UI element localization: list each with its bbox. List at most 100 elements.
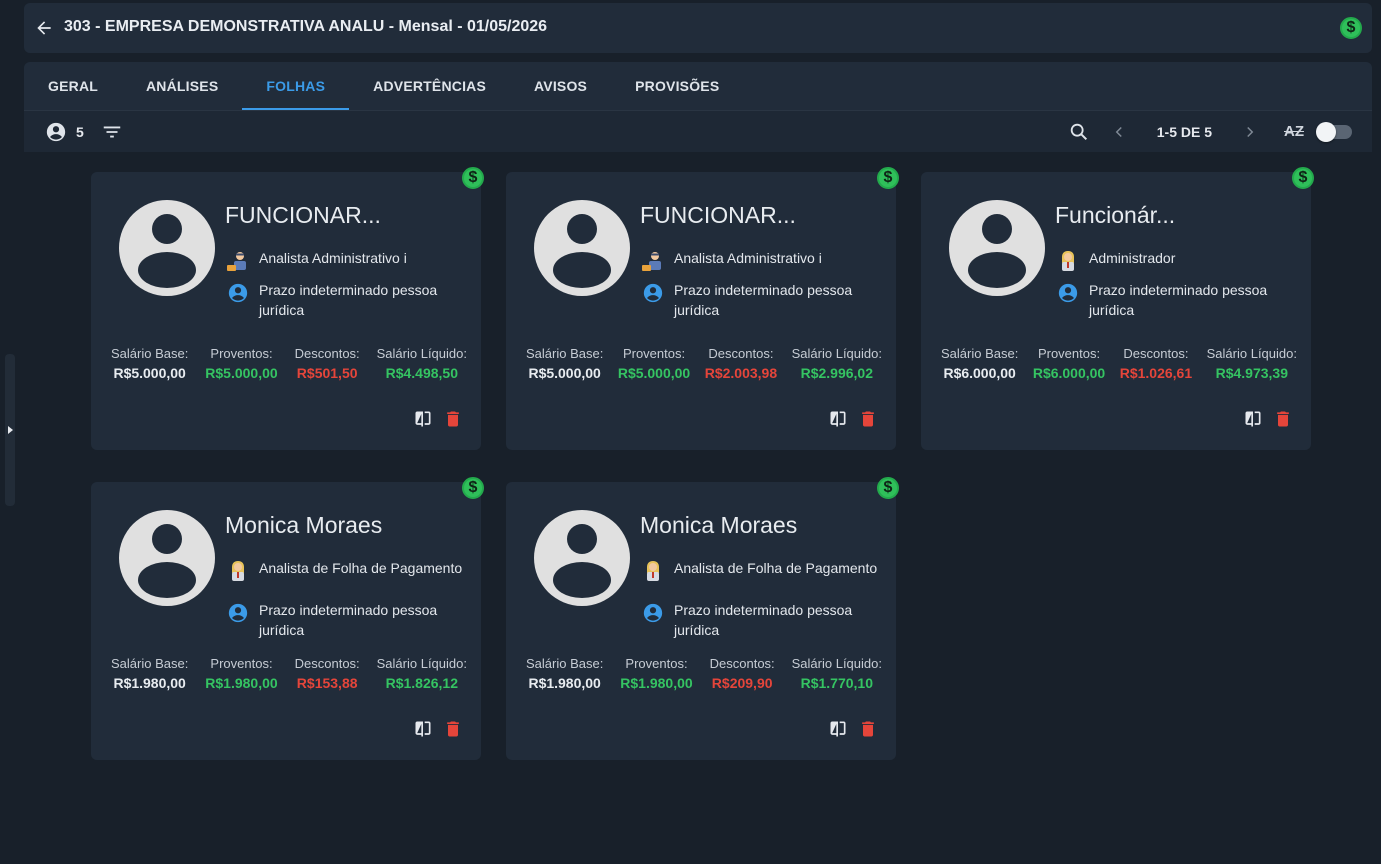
employee-role: Analista de Folha de Pagamento bbox=[259, 560, 463, 576]
descontos-value: R$1.026,61 bbox=[1119, 365, 1193, 381]
employee-card[interactable]: $ Funcionár... Administrador Prazo indet… bbox=[921, 167, 1314, 450]
account-circle-icon bbox=[225, 600, 251, 626]
delete-icon[interactable] bbox=[1273, 409, 1293, 434]
tab-advertencias[interactable]: ADVERTÊNCIAS bbox=[349, 62, 510, 110]
compare-icon[interactable] bbox=[828, 409, 848, 434]
dollar-icon: $ bbox=[462, 167, 484, 189]
employee-count: 5 bbox=[76, 123, 84, 140]
account-circle-icon bbox=[1055, 280, 1081, 306]
descontos-value: R$2.003,98 bbox=[704, 365, 778, 381]
descontos-value: R$153,88 bbox=[296, 675, 358, 691]
employee-role: Analista Administrativo i bbox=[259, 250, 407, 266]
salario-base-value: R$1.980,00 bbox=[113, 675, 186, 691]
employee-card[interactable]: $ FUNCIONAR... Analista Administrativo i… bbox=[506, 167, 899, 450]
proventos-value: R$5.000,00 bbox=[617, 365, 691, 381]
employee-name: FUNCIONAR... bbox=[640, 202, 796, 228]
employee-contract: Prazo indeterminado pessoa jurídica bbox=[259, 282, 438, 318]
delete-icon[interactable] bbox=[443, 719, 463, 744]
descontos-label: Descontos: bbox=[294, 656, 360, 671]
tab-avisos[interactable]: AVISOS bbox=[510, 62, 611, 110]
employee-contract: Prazo indeterminado pessoa jurídica bbox=[674, 602, 853, 638]
back-arrow-icon[interactable] bbox=[34, 17, 56, 39]
salario-liquido-value: R$1.770,10 bbox=[800, 675, 874, 691]
manager-icon bbox=[640, 558, 666, 584]
employee-name: Funcionár... bbox=[1055, 202, 1176, 228]
salario-base-label: Salário Base: bbox=[526, 346, 604, 361]
delete-icon[interactable] bbox=[858, 409, 878, 434]
proventos-value: R$5.000,00 bbox=[205, 365, 278, 381]
compare-icon[interactable] bbox=[1243, 409, 1263, 434]
salario-liquido-label: Salário Líquido: bbox=[376, 346, 467, 361]
chevron-right-icon[interactable] bbox=[1238, 120, 1262, 144]
expand-arrow-icon bbox=[7, 426, 13, 434]
dollar-icon: $ bbox=[462, 477, 484, 499]
side-panel-handle[interactable] bbox=[5, 354, 15, 506]
chevron-left-icon[interactable] bbox=[1107, 120, 1131, 144]
list-toolbar: 5 1-5 DE 5 AZ bbox=[24, 110, 1372, 152]
salario-liquido-value: R$4.498,50 bbox=[385, 365, 459, 381]
dollar-icon: $ bbox=[877, 477, 899, 499]
salario-liquido-value: R$4.973,39 bbox=[1215, 365, 1289, 381]
avatar bbox=[949, 200, 1045, 296]
proventos-label: Proventos: bbox=[625, 656, 688, 671]
manager-icon bbox=[1055, 248, 1081, 274]
proventos-value: R$6.000,00 bbox=[1032, 365, 1106, 381]
pagination-label: 1-5 DE 5 bbox=[1156, 123, 1212, 140]
search-icon[interactable] bbox=[1067, 120, 1091, 144]
employee-card[interactable]: $ FUNCIONAR... Analista Administrativo i… bbox=[91, 167, 484, 450]
proventos-label: Proventos: bbox=[622, 346, 686, 361]
salario-base-label: Salário Base: bbox=[111, 346, 189, 361]
employee-name: Monica Moraes bbox=[640, 512, 798, 538]
compare-icon[interactable] bbox=[413, 409, 433, 434]
descontos-label: Descontos: bbox=[708, 346, 774, 361]
office-worker-icon bbox=[640, 248, 666, 274]
employee-card[interactable]: $ Monica Moraes Analista de Folha de Pag… bbox=[91, 477, 484, 760]
tab-geral[interactable]: GERAL bbox=[24, 62, 122, 110]
avatar bbox=[119, 200, 215, 296]
tab-analises[interactable]: ANÁLISES bbox=[122, 62, 242, 110]
proventos-label: Proventos: bbox=[1037, 346, 1101, 361]
salario-base-label: Salário Base: bbox=[111, 656, 189, 671]
salario-base-label: Salário Base: bbox=[941, 346, 1019, 361]
salario-liquido-label: Salário Líquido: bbox=[791, 346, 882, 361]
dollar-icon: $ bbox=[1340, 17, 1362, 39]
salario-liquido-label: Salário Líquido: bbox=[791, 656, 882, 671]
account-circle-icon bbox=[225, 280, 251, 306]
proventos-value: R$1.980,00 bbox=[620, 675, 693, 691]
delete-icon[interactable] bbox=[443, 409, 463, 434]
tabs-bar: GERAL ANÁLISES FOLHAS ADVERTÊNCIAS AVISO… bbox=[24, 62, 1372, 110]
page-title: 303 - EMPRESA DEMONSTRATIVA ANALU - Mens… bbox=[64, 17, 548, 35]
salario-base-value: R$5.000,00 bbox=[528, 365, 601, 381]
toggle-knob bbox=[1316, 121, 1336, 142]
tab-provisoes[interactable]: PROVISÕES bbox=[611, 62, 743, 110]
employee-card[interactable]: $ Monica Moraes Analista de Folha de Pag… bbox=[506, 477, 899, 760]
salario-liquido-value: R$1.826,12 bbox=[385, 675, 459, 691]
employee-contract: Prazo indeterminado pessoa jurídica bbox=[1089, 282, 1268, 318]
filter-icon[interactable] bbox=[100, 120, 124, 144]
delete-icon[interactable] bbox=[858, 719, 878, 744]
dollar-icon: $ bbox=[877, 167, 899, 189]
employee-role: Analista de Folha de Pagamento bbox=[674, 560, 878, 576]
employee-role: Analista Administrativo i bbox=[674, 250, 822, 266]
employee-contract: Prazo indeterminado pessoa jurídica bbox=[674, 282, 853, 318]
compare-icon[interactable] bbox=[413, 719, 433, 744]
sort-az-button[interactable]: AZ bbox=[1284, 123, 1304, 140]
account-circle-icon bbox=[640, 280, 666, 306]
salario-liquido-value: R$2.996,02 bbox=[800, 365, 874, 381]
avatar bbox=[119, 510, 215, 606]
compare-icon[interactable] bbox=[828, 719, 848, 744]
dollar-icon: $ bbox=[1292, 167, 1314, 189]
account-circle-icon bbox=[640, 600, 666, 626]
avatar bbox=[534, 510, 630, 606]
header-bar: 303 - EMPRESA DEMONSTRATIVA ANALU - Mens… bbox=[24, 3, 1372, 53]
salario-base-value: R$6.000,00 bbox=[943, 365, 1016, 381]
descontos-label: Descontos: bbox=[709, 656, 775, 671]
salario-base-value: R$1.980,00 bbox=[528, 675, 601, 691]
view-toggle[interactable] bbox=[1316, 121, 1352, 142]
office-worker-icon bbox=[225, 248, 251, 274]
tab-folhas[interactable]: FOLHAS bbox=[242, 62, 349, 110]
manager-icon bbox=[225, 558, 251, 584]
proventos-label: Proventos: bbox=[210, 346, 273, 361]
salario-liquido-label: Salário Líquido: bbox=[1206, 346, 1297, 361]
employee-role: Administrador bbox=[1089, 250, 1176, 266]
